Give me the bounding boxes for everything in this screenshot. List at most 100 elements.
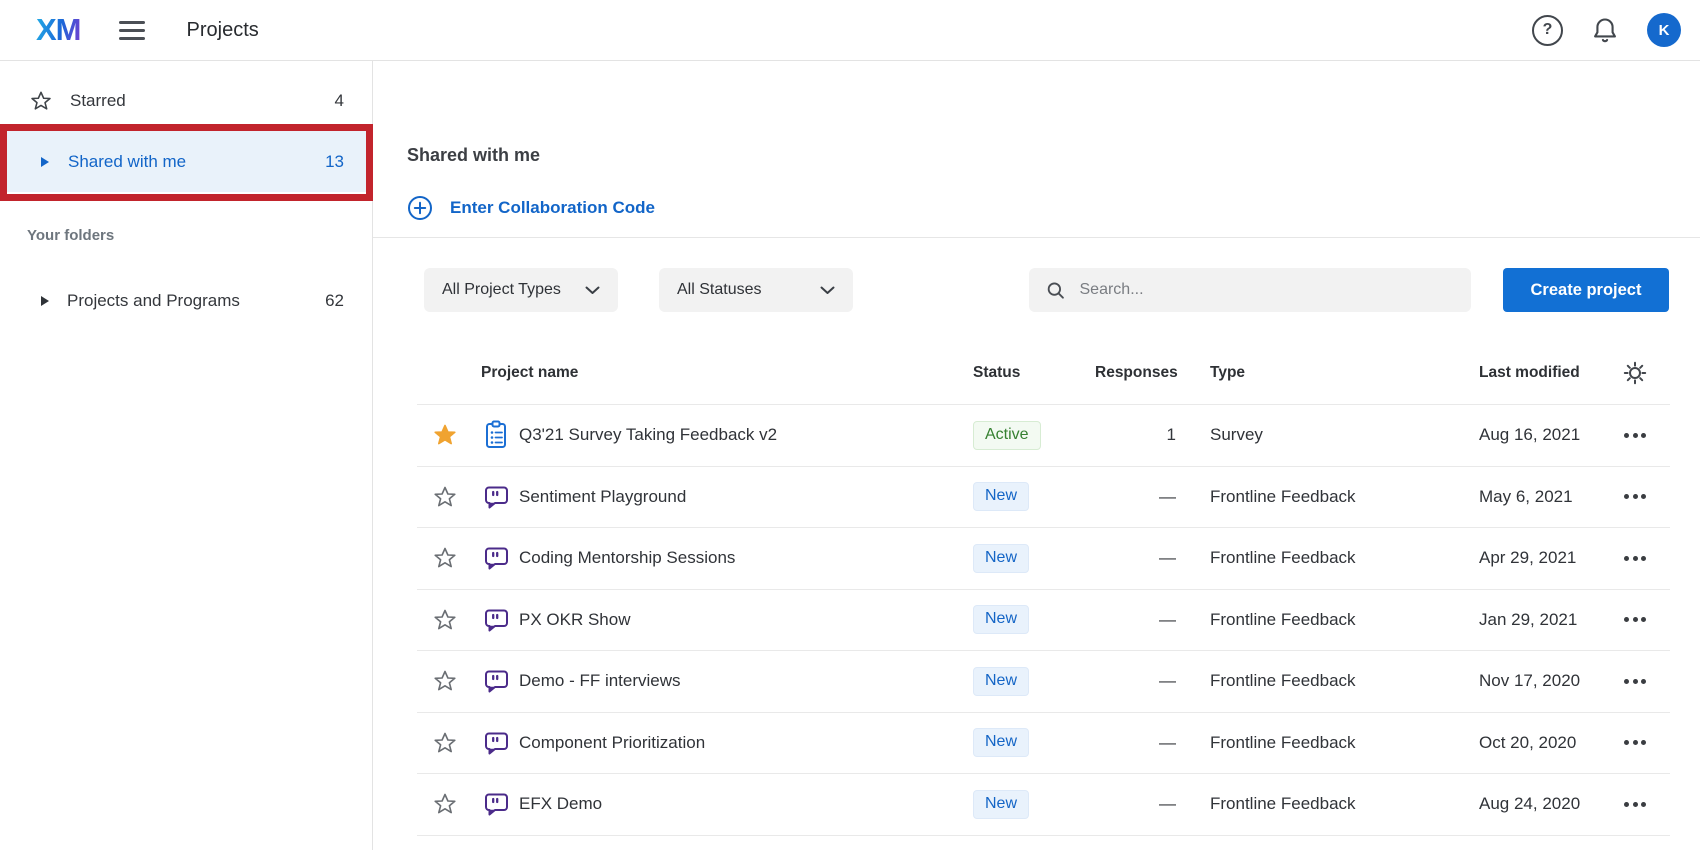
project-types-dropdown[interactable]: All Project Types — [424, 268, 618, 312]
survey-icon — [483, 420, 509, 450]
table-row[interactable]: PX OKR Show New — Frontline Feedback Jan… — [417, 589, 1670, 651]
row-actions-menu-icon[interactable] — [1600, 556, 1670, 561]
table-header-row: Project name Status Responses Type Last … — [417, 347, 1670, 399]
column-header-responses: Responses — [1095, 364, 1195, 382]
user-avatar[interactable]: K — [1647, 13, 1681, 47]
project-type-icon-cell — [473, 420, 519, 450]
column-header-last-modified: Last modified — [1425, 364, 1600, 382]
projects-table: Project name Status Responses Type Last … — [373, 347, 1700, 850]
status-cell: New — [960, 605, 1095, 634]
star-icon[interactable] — [417, 485, 473, 509]
statuses-dropdown[interactable]: All Statuses — [659, 268, 853, 312]
project-type-icon-cell — [473, 544, 519, 572]
row-actions-menu-icon[interactable] — [1600, 802, 1670, 807]
star-icon[interactable] — [417, 731, 473, 755]
row-actions-menu-icon[interactable] — [1600, 494, 1670, 499]
status-badge: New — [973, 790, 1029, 819]
table-row[interactable]: Coding Mentorship Sessions New — Frontli… — [417, 527, 1670, 589]
row-type: Survey — [1195, 425, 1425, 445]
row-modified: Nov 17, 2020 — [1425, 671, 1600, 691]
row-name: Sentiment Playground — [519, 487, 960, 507]
row-modified: Apr 29, 2021 — [1425, 548, 1600, 568]
star-icon[interactable] — [417, 608, 473, 632]
frontline-feedback-icon — [482, 790, 510, 818]
sidebar-item-projects-and-programs[interactable]: Projects and Programs 62 — [0, 270, 372, 331]
row-actions-menu-icon[interactable] — [1600, 617, 1670, 622]
status-badge: Active — [973, 421, 1041, 450]
row-responses: — — [1095, 671, 1195, 691]
row-name: Demo - FF interviews — [519, 671, 960, 691]
chevron-right-icon[interactable] — [41, 157, 49, 167]
hamburger-menu-icon[interactable] — [119, 17, 145, 44]
row-modified: May 6, 2021 — [1425, 487, 1600, 507]
row-name: PX OKR Show — [519, 610, 960, 630]
row-responses: — — [1095, 733, 1195, 753]
dropdown-value: All Statuses — [677, 281, 761, 299]
top-bar: XM Projects ? K — [0, 0, 1700, 61]
project-type-icon-cell — [473, 790, 519, 818]
page-title: Projects — [187, 19, 259, 42]
row-actions-menu-icon[interactable] — [1600, 433, 1670, 438]
xm-logo[interactable]: XM — [36, 12, 81, 48]
notifications-bell-icon[interactable] — [1591, 16, 1619, 44]
frontline-feedback-icon — [482, 606, 510, 634]
row-name: EFX Demo — [519, 794, 960, 814]
project-type-icon-cell — [473, 606, 519, 634]
create-project-button[interactable]: Create project — [1503, 268, 1669, 312]
plus-circle-icon — [407, 195, 433, 221]
sidebar-item-starred[interactable]: Starred 4 — [0, 70, 372, 131]
column-header-type: Type — [1195, 364, 1425, 382]
status-badge: New — [973, 482, 1029, 511]
main-content: Shared with me Enter Collaboration Code … — [373, 61, 1700, 850]
table-body: Q3'21 Survey Taking Feedback v2 Active 1… — [373, 404, 1700, 850]
chevron-down-icon — [820, 286, 835, 295]
row-modified: Aug 24, 2020 — [1425, 794, 1600, 814]
row-actions-menu-icon[interactable] — [1600, 679, 1670, 684]
gear-icon[interactable] — [1623, 361, 1647, 385]
column-header-project-name: Project name — [473, 364, 960, 382]
row-type: Frontline Feedback — [1195, 487, 1425, 507]
project-type-icon-cell — [473, 483, 519, 511]
chevron-right-icon[interactable] — [41, 296, 49, 306]
star-icon[interactable] — [417, 669, 473, 693]
status-badge: New — [973, 605, 1029, 634]
row-type: Frontline Feedback — [1195, 548, 1425, 568]
star-icon[interactable] — [417, 423, 473, 447]
sidebar-item-shared-with-me[interactable]: Shared with me 13 — [0, 131, 372, 192]
enter-collaboration-code-link[interactable]: Enter Collaboration Code — [407, 195, 655, 221]
table-row[interactable]: Q3'21 Survey Taking Feedback v2 Active 1… — [417, 404, 1670, 466]
your-folders-section-label: Your folders — [27, 227, 372, 244]
row-type: Frontline Feedback — [1195, 733, 1425, 753]
search-input[interactable] — [1080, 281, 1458, 299]
search-box — [1029, 268, 1471, 312]
sidebar: Starred 4 Shared with me 13 Your folders… — [0, 61, 373, 850]
star-icon[interactable] — [417, 792, 473, 816]
row-actions-menu-icon[interactable] — [1600, 740, 1670, 745]
row-name: Coding Mentorship Sessions — [519, 548, 960, 568]
collab-link-label: Enter Collaboration Code — [450, 198, 655, 218]
status-cell: New — [960, 790, 1095, 819]
table-row[interactable]: Sentiment Playground New — Frontline Fee… — [417, 466, 1670, 528]
table-row[interactable]: QE Org Meeting Topics New — Frontline Fe… — [417, 835, 1670, 850]
row-type: Frontline Feedback — [1195, 610, 1425, 630]
row-modified: Aug 16, 2021 — [1425, 425, 1600, 445]
column-header-status: Status — [960, 364, 1095, 382]
star-outline-icon — [30, 90, 52, 112]
status-badge: New — [973, 667, 1029, 696]
help-icon[interactable]: ? — [1532, 15, 1563, 46]
status-badge: New — [973, 544, 1029, 573]
row-responses: — — [1095, 610, 1195, 630]
table-row[interactable]: Component Prioritization New — Frontline… — [417, 712, 1670, 774]
row-name: Q3'21 Survey Taking Feedback v2 — [519, 425, 960, 445]
status-cell: New — [960, 667, 1095, 696]
row-name: Component Prioritization — [519, 733, 960, 753]
sidebar-item-label: Shared with me — [68, 152, 186, 172]
star-icon[interactable] — [417, 546, 473, 570]
table-row[interactable]: EFX Demo New — Frontline Feedback Aug 24… — [417, 773, 1670, 835]
row-type: Frontline Feedback — [1195, 671, 1425, 691]
status-cell: New — [960, 728, 1095, 757]
project-type-icon-cell — [473, 667, 519, 695]
frontline-feedback-icon — [482, 667, 510, 695]
status-cell: Active — [960, 421, 1095, 450]
table-row[interactable]: Demo - FF interviews New — Frontline Fee… — [417, 650, 1670, 712]
